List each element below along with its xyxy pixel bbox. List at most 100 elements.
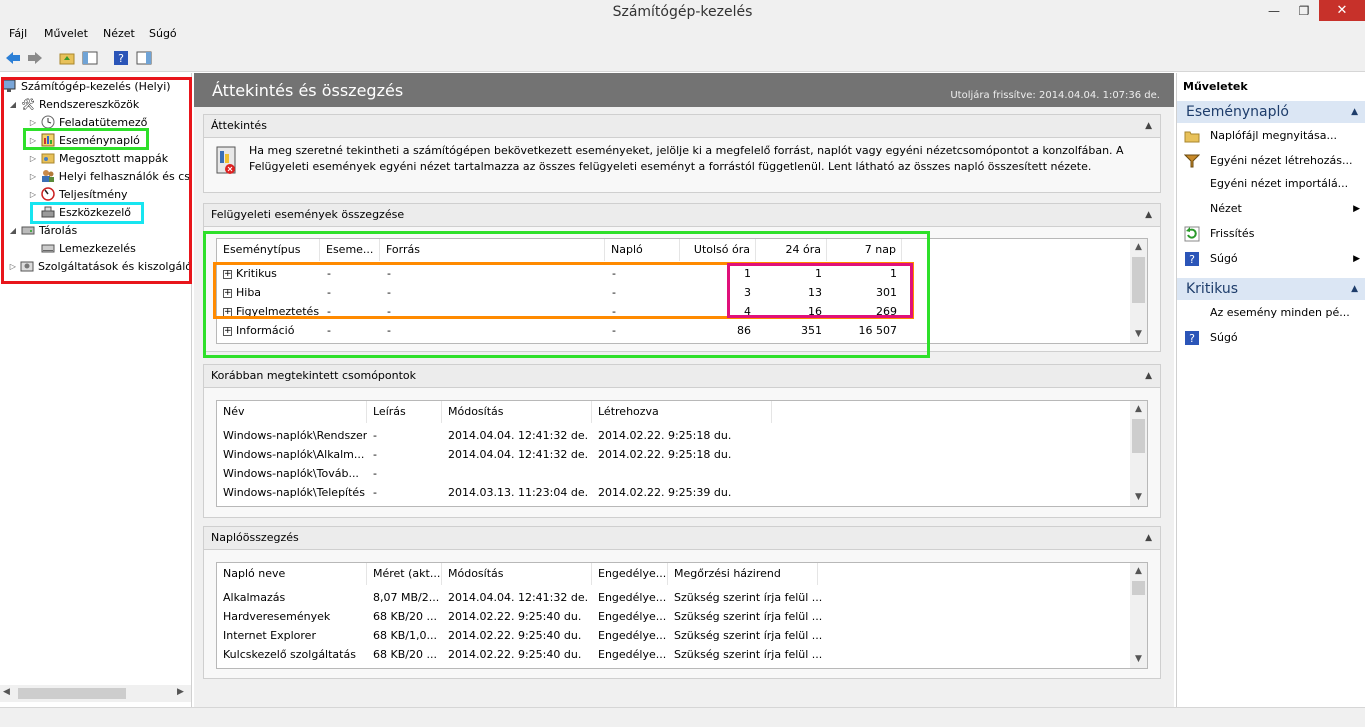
scroll-up-icon[interactable]: ▲	[1130, 239, 1147, 256]
title-bar: Számítógép-kezelés — ❐ ✕	[0, 0, 1365, 24]
vscroll-thumb[interactable]	[1132, 581, 1145, 595]
log-modified: 2014.04.04. 12:41:32 de.	[448, 591, 589, 604]
node-modified: 2014.04.04. 12:41:32 de.	[448, 448, 589, 461]
vscrollbar[interactable]: ▲ ▼	[1130, 563, 1147, 668]
center-title: Áttekintés és összegzés	[212, 81, 404, 100]
actions-section-critical[interactable]: Kritikus ▲	[1177, 278, 1365, 300]
overview-section-body: Ha meg szeretné tekintheti a számítógépe…	[203, 138, 1161, 193]
close-button[interactable]: ✕	[1319, 0, 1365, 21]
highlight-magenta-counts	[727, 263, 913, 318]
col-header[interactable]: Engedélye...	[592, 563, 668, 585]
vscrollbar[interactable]: ▲ ▼	[1130, 401, 1147, 506]
restore-button[interactable]: ❐	[1292, 2, 1316, 20]
action-create-view[interactable]: Egyéni nézet létrehozás...	[1177, 151, 1365, 171]
log-enabled: Engedélye...	[598, 629, 667, 642]
up-folder-button[interactable]	[58, 49, 76, 67]
toolbar: ?	[0, 45, 1365, 72]
help-button[interactable]: ?	[112, 49, 130, 67]
scroll-right-icon[interactable]: ▶	[177, 687, 184, 697]
action-view[interactable]: Nézet ▶	[1177, 199, 1365, 219]
console-tree-icon	[82, 51, 98, 65]
scroll-down-icon[interactable]: ▼	[1130, 651, 1147, 668]
col-header[interactable]: Módosítás	[442, 401, 592, 423]
menu-view[interactable]: Nézet	[103, 27, 135, 40]
status-bar	[0, 707, 1365, 727]
col-header[interactable]: Létrehozva	[592, 401, 772, 423]
node-name: Windows-naplók\Rendszer	[223, 429, 367, 442]
overview-banner: Áttekintés és összegzés Utoljára frissít…	[194, 73, 1174, 107]
tree-hscrollbar[interactable]: ◀ ▶	[0, 685, 191, 702]
col-header[interactable]: Megőrzési házirend	[668, 563, 818, 585]
action-label: Az esemény minden pé...	[1210, 306, 1350, 319]
action-open-log[interactable]: Naplófájl megnyitása...	[1177, 126, 1365, 146]
collapse-icon[interactable]: ▲	[1145, 115, 1152, 137]
hscroll-thumb[interactable]	[18, 688, 126, 699]
collapse-icon[interactable]: ▲	[1145, 527, 1152, 549]
log-summary-section-header[interactable]: Naplóösszegzés ▲	[203, 526, 1161, 550]
vscroll-thumb[interactable]	[1132, 419, 1145, 453]
action-label: Egyéni nézet létrehozás...	[1210, 154, 1353, 167]
filter-icon	[1184, 153, 1200, 169]
open-folder-icon	[1184, 128, 1200, 144]
scroll-down-icon[interactable]: ▼	[1130, 489, 1147, 506]
col-header[interactable]: Leírás	[367, 401, 442, 423]
highlight-red	[1, 77, 192, 284]
last-refreshed: Utoljára frissítve: 2014.04.04. 1:07:36 …	[950, 90, 1160, 101]
submenu-arrow-icon: ▶	[1353, 204, 1360, 214]
forward-arrow-icon	[28, 52, 42, 64]
action-help[interactable]: ? Súgó ▶	[1177, 249, 1365, 269]
action-label: Egyéni nézet importálá...	[1210, 177, 1349, 190]
menu-file[interactable]: Fájl	[9, 27, 27, 40]
scroll-up-icon[interactable]: ▲	[1130, 563, 1147, 580]
log-size: 68 KB/1,0...	[373, 629, 437, 642]
actions-section1-label: Eseménynapló	[1186, 104, 1289, 120]
node-name: Windows-naplók\Továb...	[223, 467, 359, 480]
recent-nodes-grid: Név Leírás Módosítás Létrehozva Windows-…	[216, 400, 1148, 507]
scroll-down-icon[interactable]: ▼	[1130, 326, 1147, 343]
action-event-all[interactable]: Az esemény minden pé...	[1177, 303, 1365, 323]
collapse-icon[interactable]: ▲	[1145, 365, 1152, 387]
vscrollbar[interactable]: ▲ ▼	[1130, 239, 1147, 343]
center-pane: Áttekintés és összegzés Utoljára frissít…	[194, 73, 1174, 707]
log-modified: 2014.02.22. 9:25:40 du.	[448, 629, 582, 642]
log-summary-header-label: Naplóösszegzés	[211, 531, 299, 544]
node-created: 2014.02.22. 9:25:18 du.	[598, 429, 732, 442]
back-button[interactable]	[4, 49, 22, 67]
help-icon: ?	[1184, 251, 1200, 267]
vscroll-thumb[interactable]	[1132, 257, 1145, 303]
action-import-view[interactable]: Egyéni nézet importálá...	[1177, 174, 1365, 194]
node-created: 2014.02.22. 9:25:18 du.	[598, 448, 732, 461]
show-action-pane-button[interactable]	[135, 49, 153, 67]
menu-bar: Fájl Művelet Nézet Súgó	[0, 24, 1365, 45]
col-header[interactable]: Módosítás	[442, 563, 592, 585]
show-hide-tree-button[interactable]	[81, 49, 99, 67]
minimize-button[interactable]: —	[1262, 2, 1286, 20]
collapse-icon[interactable]: ▲	[1351, 278, 1358, 300]
highlight-green-event-viewer	[23, 128, 149, 150]
submenu-arrow-icon: ▶	[1353, 254, 1360, 264]
log-name: Internet Explorer	[223, 629, 316, 642]
col-header[interactable]: Napló neve	[217, 563, 367, 585]
col-header[interactable]: Név	[217, 401, 367, 423]
scroll-up-icon[interactable]: ▲	[1130, 401, 1147, 418]
log-retention: Szükség szerint írja felül ...	[674, 591, 823, 604]
log-size: 8,07 MB/2...	[373, 591, 440, 604]
actions-section-event-viewer[interactable]: Eseménynapló ▲	[1177, 101, 1365, 123]
collapse-icon[interactable]: ▲	[1145, 204, 1152, 226]
folder-up-icon	[59, 53, 75, 65]
forward-button[interactable]	[26, 49, 44, 67]
overview-section-header[interactable]: Áttekintés ▲	[203, 114, 1161, 138]
scroll-left-icon[interactable]: ◀	[3, 687, 10, 697]
log-retention: Szükség szerint írja felül ...	[674, 629, 823, 642]
menu-help[interactable]: Súgó	[149, 27, 177, 40]
action-help-2[interactable]: ? Súgó	[1177, 328, 1365, 348]
node-modified: 2014.04.04. 12:41:32 de.	[448, 429, 589, 442]
collapse-icon[interactable]: ▲	[1351, 101, 1358, 123]
action-label: Súgó	[1210, 252, 1238, 265]
action-label: Súgó	[1210, 331, 1238, 344]
col-header[interactable]: Méret (akt...	[367, 563, 442, 585]
menu-action[interactable]: Művelet	[44, 27, 88, 40]
admin-events-section-header[interactable]: Felügyeleti események összegzése ▲	[203, 203, 1161, 227]
recent-nodes-section-header[interactable]: Korábban megtekintett csomópontok ▲	[203, 364, 1161, 388]
action-refresh[interactable]: Frissítés	[1177, 224, 1365, 244]
